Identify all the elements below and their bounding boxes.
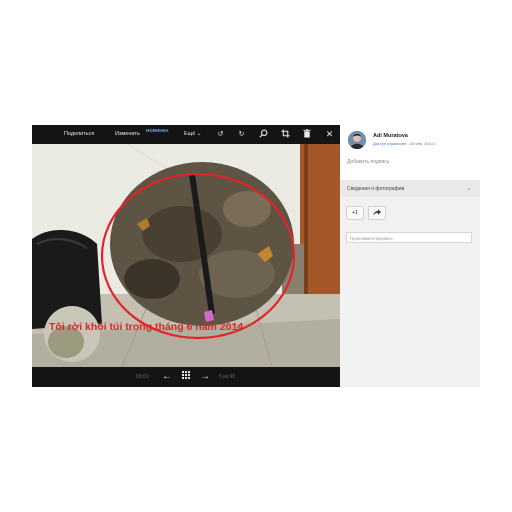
photo-details-toggle[interactable]: Сведения о фотографии ⌄ (340, 180, 480, 197)
new-badge: НОВИНКА (146, 128, 169, 133)
trash-icon[interactable] (301, 129, 312, 140)
avatar[interactable] (348, 131, 366, 149)
zoom-icon[interactable] (258, 129, 269, 140)
photo-counter: 5 из 90 (219, 374, 236, 380)
arrow-right-icon[interactable]: → (199, 371, 211, 383)
plus-one-button[interactable]: +1 (346, 206, 364, 220)
chevron-down-icon: ⌄ (466, 185, 472, 192)
viewer-toolbar: Поделиться Изменить НОВИНКА Ещё ⌄ ↺ ↻ ✕ (32, 125, 340, 144)
user-name[interactable]: Adi Muratova (373, 133, 408, 139)
rotate-right-icon[interactable]: ↻ (236, 129, 247, 140)
add-caption-link[interactable]: Добавить подпись (347, 159, 389, 165)
chevron-down-icon: ⌄ (196, 131, 202, 137)
share-icon[interactable] (368, 206, 386, 220)
details-panel: Сведения о фотографии ⌄ +1 Прокомментиро… (340, 180, 480, 387)
access-link[interactable]: Доступ ограничен (373, 141, 406, 146)
time-label: 03:01 (136, 374, 149, 380)
edit-button[interactable]: Изменить (115, 131, 140, 137)
close-icon[interactable]: ✕ (324, 129, 335, 140)
photo-date: - 28 янв. 2014 г. (407, 141, 437, 146)
more-button[interactable]: Ещё ⌄ (184, 131, 201, 137)
photo-annotation-text: Tôi rời khỏi túi trong tháng 6 năm 2014 (49, 321, 244, 333)
photo-sidebar: Adi Muratova Доступ ограничен - 28 янв. … (340, 125, 480, 387)
grid-icon[interactable] (180, 371, 192, 383)
details-label: Сведения о фотографии (347, 186, 405, 192)
photo-meta: Доступ ограничен - 28 янв. 2014 г. (373, 141, 436, 146)
share-button[interactable]: Поделиться (64, 131, 94, 137)
rotate-left-icon[interactable]: ↺ (215, 129, 226, 140)
photo-image: Tôi rời khỏi túi trong tháng 6 năm 2014 (32, 144, 340, 367)
viewer-bottombar: 03:01 ← → 5 из 90 (32, 367, 340, 387)
comment-input[interactable]: Прокомментировать (346, 232, 472, 243)
crop-icon[interactable] (280, 129, 291, 140)
arrow-left-icon[interactable]: ← (161, 371, 173, 383)
photo-viewer: Поделиться Изменить НОВИНКА Ещё ⌄ ↺ ↻ ✕ (32, 125, 340, 387)
